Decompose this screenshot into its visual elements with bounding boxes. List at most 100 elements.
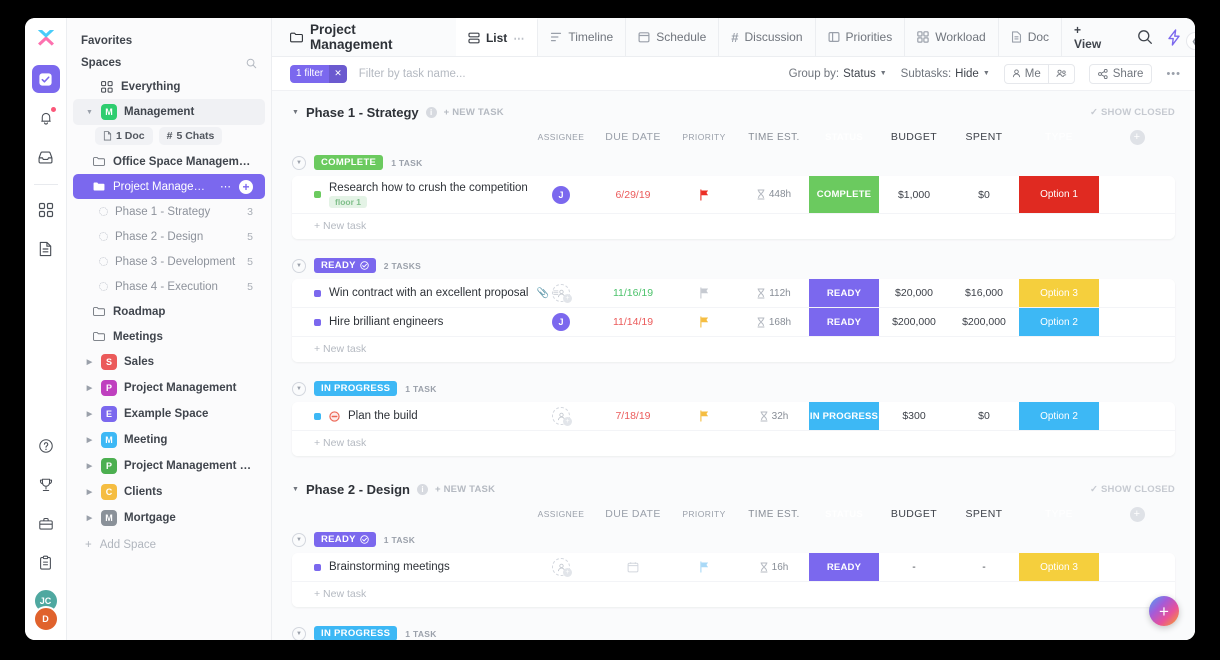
- spent-cell[interactable]: $16,000: [949, 279, 1019, 307]
- priority-cell[interactable]: [669, 176, 739, 213]
- chevron-down-icon[interactable]: ▼: [292, 258, 306, 273]
- add-view-button[interactable]: + View: [1062, 18, 1123, 56]
- add-list-icon[interactable]: +: [239, 179, 253, 194]
- group-by-control[interactable]: Group by: Status ▼: [789, 68, 887, 80]
- more-options-icon[interactable]: ⋯: [220, 180, 232, 193]
- chevron-down-icon[interactable]: ▼: [85, 109, 94, 116]
- time-estimate-cell[interactable]: 16h: [739, 553, 809, 581]
- status-cell[interactable]: READY: [809, 308, 879, 336]
- priority-cell[interactable]: [669, 553, 739, 581]
- tab-priorities[interactable]: Priorities: [816, 18, 906, 56]
- chevron-right-icon[interactable]: ▶: [85, 488, 94, 496]
- chevron-down-icon[interactable]: ▼: [292, 109, 299, 116]
- new-task-row[interactable]: + New task: [292, 214, 1175, 239]
- chevron-right-icon[interactable]: ▶: [85, 436, 94, 444]
- new-task-row[interactable]: + New task: [292, 337, 1175, 362]
- favorites-header[interactable]: Favorites: [67, 30, 271, 52]
- people-filter-button[interactable]: [1049, 65, 1074, 83]
- rail-user-avatars[interactable]: JC D: [32, 588, 59, 632]
- chevron-right-icon[interactable]: ▶: [85, 358, 94, 366]
- info-icon[interactable]: i: [416, 484, 428, 495]
- create-new-button[interactable]: +: [1149, 596, 1179, 626]
- new-task-button[interactable]: + NEW TASK: [435, 484, 495, 495]
- active-filter-chip[interactable]: 1 filter ✕: [290, 64, 347, 83]
- sidebar-item-sales[interactable]: ▶ S Sales: [73, 349, 265, 375]
- avatar-d[interactable]: D: [32, 606, 59, 632]
- status-group-chip[interactable]: COMPLETE: [314, 155, 384, 170]
- due-date-cell[interactable]: 7/18/19: [597, 402, 669, 430]
- table-row[interactable]: Research how to crush the competition flo…: [292, 176, 1175, 214]
- sidebar-item-meetings[interactable]: Meetings: [73, 324, 265, 349]
- chevron-right-icon[interactable]: ▶: [85, 514, 94, 522]
- info-icon[interactable]: i: [425, 107, 437, 118]
- add-column-button[interactable]: +: [1099, 503, 1175, 525]
- spent-cell[interactable]: -: [949, 553, 1019, 581]
- pill-docs[interactable]: 1 Doc: [95, 127, 153, 145]
- time-estimate-cell[interactable]: 112h: [739, 279, 809, 307]
- chevron-right-icon[interactable]: ▶: [85, 410, 94, 418]
- goals-trophy-icon[interactable]: [32, 471, 60, 499]
- status-group-chip[interactable]: IN PROGRESS: [314, 381, 398, 396]
- sidebar-item-project-management-styles[interactable]: ▶ P Project Management Styles: [73, 453, 265, 479]
- task-name-cell[interactable]: Win contract with an excellent proposal 📎…: [292, 287, 559, 299]
- due-date-cell[interactable]: [597, 553, 669, 581]
- status-group-chip[interactable]: READY: [314, 258, 376, 273]
- type-cell[interactable]: Option 3: [1019, 553, 1099, 581]
- time-estimate-cell[interactable]: 168h: [739, 308, 809, 336]
- me-filter-button[interactable]: Me: [1005, 64, 1049, 83]
- chevron-right-icon[interactable]: ▶: [85, 384, 94, 392]
- table-row[interactable]: Hire brilliant engineers J 11/14/19 168h REA…: [292, 308, 1175, 337]
- sidebar-item-project-management-space[interactable]: ▶ P Project Management: [73, 375, 265, 401]
- lightning-icon[interactable]: [1167, 28, 1181, 46]
- inbox-tray-icon[interactable]: [32, 143, 60, 171]
- sidebar-item-phase-1[interactable]: Phase 1 - Strategy 3: [73, 199, 265, 224]
- status-cell[interactable]: IN PROGRESS: [809, 402, 879, 430]
- task-name-cell[interactable]: Plan the build: [292, 410, 525, 422]
- portfolio-briefcase-icon[interactable]: [32, 510, 60, 538]
- subtasks-control[interactable]: Subtasks: Hide ▼: [901, 68, 990, 80]
- add-space-button[interactable]: + Add Space: [67, 531, 271, 559]
- sidebar-item-project-management[interactable]: Project Management ⋯ +: [73, 174, 265, 199]
- status-group-chip[interactable]: READY: [314, 532, 376, 547]
- table-row[interactable]: Win contract with an excellent proposal 📎…: [292, 279, 1175, 308]
- chevron-down-icon[interactable]: ▼: [292, 626, 306, 640]
- priority-cell[interactable]: [669, 308, 739, 336]
- spent-cell[interactable]: $0: [949, 402, 1019, 430]
- assignee-cell[interactable]: +: [525, 279, 597, 307]
- type-cell[interactable]: Option 2: [1019, 308, 1099, 336]
- type-cell[interactable]: Option 1: [1019, 176, 1099, 213]
- budget-cell[interactable]: $20,000: [879, 279, 949, 307]
- notifications-bell-icon[interactable]: [32, 104, 60, 132]
- tab-workload[interactable]: Workload: [905, 18, 999, 56]
- type-cell[interactable]: Option 3: [1019, 279, 1099, 307]
- due-date-cell[interactable]: 6/29/19: [597, 176, 669, 213]
- task-tag[interactable]: floor 1: [329, 195, 367, 208]
- sidebar-item-office-space-management[interactable]: Office Space Management: [73, 149, 265, 174]
- priority-cell[interactable]: [669, 279, 739, 307]
- share-button[interactable]: Share: [1088, 63, 1153, 84]
- tasks-check-icon[interactable]: [31, 65, 60, 93]
- chevron-down-icon[interactable]: ▼: [292, 155, 306, 170]
- new-task-button[interactable]: + NEW TASK: [444, 107, 504, 118]
- budget-cell[interactable]: $200,000: [879, 308, 949, 336]
- tab-more-icon[interactable]: ⋯: [513, 32, 525, 45]
- sidebar-item-example-space[interactable]: ▶ E Example Space: [73, 401, 265, 427]
- chevron-down-icon[interactable]: ▼: [292, 381, 306, 396]
- task-name-cell[interactable]: Research how to crush the competition flo…: [292, 182, 528, 208]
- sidebar-item-phase-4[interactable]: Phase 4 - Execution 5: [73, 274, 265, 299]
- tab-list[interactable]: List ⋯: [455, 18, 539, 56]
- priority-cell[interactable]: [669, 402, 739, 430]
- pill-chats[interactable]: # 5 Chats: [158, 127, 223, 145]
- time-estimate-cell[interactable]: 32h: [739, 402, 809, 430]
- close-icon[interactable]: ✕: [329, 64, 347, 83]
- more-options-icon[interactable]: •••: [1166, 68, 1181, 80]
- spent-cell[interactable]: $0: [949, 176, 1019, 213]
- sidebar-item-phase-2[interactable]: Phase 2 - Design 5: [73, 224, 265, 249]
- budget-cell[interactable]: -: [879, 553, 949, 581]
- status-cell[interactable]: READY: [809, 553, 879, 581]
- sidebar-item-management[interactable]: ▼ M Management: [73, 99, 265, 125]
- breadcrumb[interactable]: Project Management: [290, 18, 456, 56]
- budget-cell[interactable]: $1,000: [879, 176, 949, 213]
- sidebar-item-mortgage[interactable]: ▶ M Mortgage: [73, 505, 265, 531]
- assignee-cell[interactable]: +: [525, 553, 597, 581]
